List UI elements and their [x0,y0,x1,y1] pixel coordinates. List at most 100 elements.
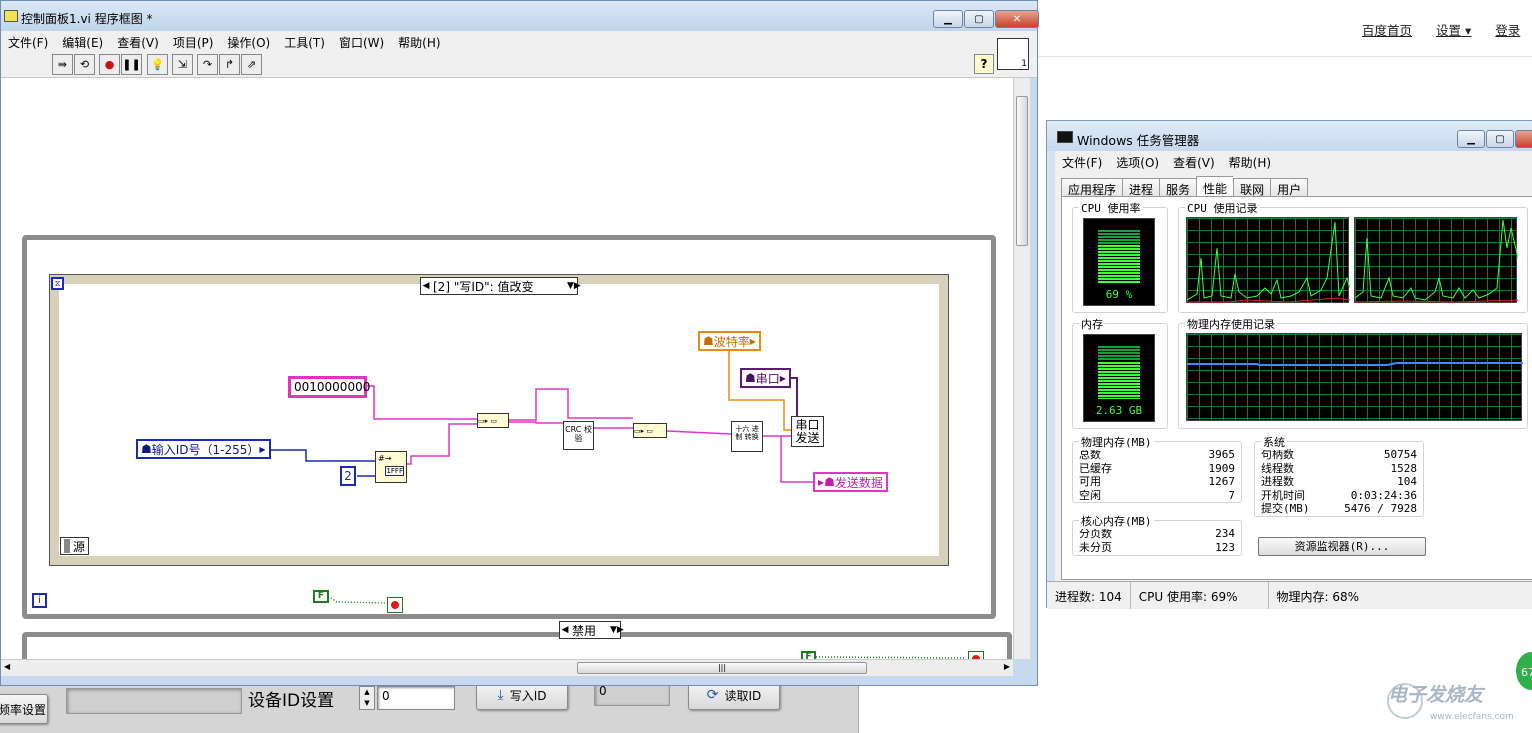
maximize-button[interactable]: ▢ [964,10,994,28]
system-group: 系统 句柄数 50754 线程数 1528 进程数 104 开机时间 0:03:24:3… [1254,434,1424,517]
cpu-history-graph-core-2 [1354,217,1519,303]
scroll-right-arrow[interactable]: ▶ [1004,662,1010,671]
tm-menu-help[interactable]: 帮助(H) [1222,151,1278,171]
disabled-structure[interactable] [22,632,1012,659]
constant-two[interactable]: 2 [340,466,356,486]
case-prev-arrow[interactable]: ◀ [560,625,570,635]
stop-terminal-2[interactable] [968,651,984,659]
horizontal-scroll-thumb[interactable]: ||| [577,662,867,674]
input-id-label: 输入ID号（1-255） [151,442,260,457]
cpu-usage-group: CPU 使用率 69 % [1072,200,1168,313]
clean-up-icon[interactable]: ⇗ [241,54,262,75]
context-help-button[interactable]: ? [974,54,994,74]
browser-divider [1038,56,1532,57]
concatenate-strings-node-2[interactable]: ▭▸ ▭ [633,423,667,438]
number-to-hex-string-node[interactable]: #→ 1FFF [375,451,407,483]
menu-file[interactable]: 文件(F) [1,31,55,51]
menu-edit[interactable]: 编辑(E) [55,31,110,51]
tab-services[interactable]: 服务 [1159,178,1197,198]
case-next-arrow[interactable]: ▼▶ [610,625,624,635]
step-over-icon[interactable]: ↷ [197,54,218,75]
tab-performance[interactable]: 性能 [1196,176,1234,198]
write-id-label: 写入ID [509,688,547,703]
menu-project[interactable]: 项目(P) [166,31,221,51]
vertical-scrollbar[interactable] [1013,78,1030,659]
menu-help[interactable]: 帮助(H) [391,31,447,51]
stat-name: 分页数 [1079,527,1112,540]
id-input[interactable]: 0 [377,686,455,710]
vertical-scroll-thumb[interactable] [1016,96,1028,246]
close-button[interactable]: ✕ [995,10,1039,28]
status-cpu-usage: CPU 使用率: 69% [1131,582,1269,609]
tm-close-button[interactable] [1515,130,1532,148]
hex-convert-subvi[interactable]: 十六 进制 转换 [731,421,763,452]
run-continuously-icon[interactable]: ⇛ [52,54,73,75]
send-data-label: 发送数据 [834,475,883,490]
input-id-control[interactable]: ☗ 输入ID号（1-255） ▶ [136,439,271,459]
status-physical-memory: 物理内存: 68% [1276,590,1360,604]
menu-operate[interactable]: 操作(O) [220,31,277,51]
step-out-icon[interactable]: ↱ [219,54,240,75]
settings-link[interactable]: 设置 ▾ [1436,20,1471,39]
stat-row: 未分页 123 [1079,541,1235,555]
stat-name: 已缓存 [1079,461,1112,475]
serial-send-subvi[interactable]: 串口 发送 [791,416,824,447]
refresh-icon: ⟳ [706,687,719,703]
tab-users[interactable]: 用户 [1270,178,1309,198]
pause-icon[interactable]: ❚❚ [121,54,142,75]
tm-menu-file[interactable]: 文件(F) [1055,151,1109,171]
tab-processes[interactable]: 进程 [1122,178,1160,198]
baud-rate-control[interactable]: ☗ 波特率 ▶ [698,331,761,351]
block-diagram-canvas[interactable]: i ⧖ ◀ [2] "写ID": 值改变 ▼▶ 源 0010000000 ☗ 输… [1,78,1013,659]
stat-row: 句柄数 50754 [1261,448,1417,462]
watermark-text: 电子发烧友 [1388,684,1484,706]
menu-view[interactable]: 查看(V) [110,31,166,51]
stat-value: 1267 [1208,475,1236,488]
crc-check-subvi[interactable]: CRC 校验 [563,421,594,450]
send-data-indicator[interactable]: ▶ ☗ 发送数据 [813,472,888,492]
labview-titlebar[interactable]: 控制面板1.vi 程序框图 * ▁ ▢ ✕ [1,1,1039,31]
hex-string-constant[interactable]: 0010000000 [288,376,370,398]
frequency-setting-button[interactable]: 频率设置 [0,694,48,724]
menu-tools[interactable]: 工具(T) [277,31,332,51]
minimize-button[interactable]: ▁ [933,10,963,28]
memory-meter-fill [1098,360,1140,399]
menu-window[interactable]: 窗口(W) [332,31,391,51]
id-stepper[interactable]: ▲ ▼ [359,686,375,710]
labview-menubar: 文件(F) 编辑(E) 查看(V) 项目(P) 操作(O) 工具(T) 窗口(W… [1,31,1037,51]
abort-icon[interactable]: ● [99,54,120,75]
false-constant-2[interactable]: F [801,651,816,659]
tm-menu-view[interactable]: 查看(V) [1166,151,1222,171]
labview-toolbar: ⇛ ⟲ ● ❚❚ 💡 ⇲ ↷ ↱ ⇗ [1,51,1037,78]
task-manager-window-controls: ▁ ▢ [1457,130,1532,148]
highlight-execution-icon[interactable]: 💡 [147,54,168,75]
scroll-left-arrow[interactable]: ◀ [4,662,10,671]
task-manager-statusbar: 进程数: 104 CPU 使用率: 69% 物理内存: 68% [1047,581,1532,609]
false-constant[interactable]: F [313,590,329,603]
indicator-terminal-icon: ☗ [824,475,835,489]
front-panel-strip: 频率设置 设备ID设置 ▲ ▼ 0 ⤓ 写入ID 0 ⟳ 读取ID [0,680,886,733]
tm-minimize-button[interactable]: ▁ [1457,130,1485,148]
stat-row: 可用 1267 [1079,475,1235,489]
horizontal-scrollbar[interactable]: ◀ ||| ▶ [1,659,1013,676]
task-manager-titlebar[interactable]: Windows 任务管理器 ▁ ▢ [1047,121,1532,151]
tm-maximize-button[interactable]: ▢ [1486,130,1514,148]
login-link[interactable]: 登录 [1495,20,1520,39]
task-manager-menubar: 文件(F) 选项(O) 查看(V) 帮助(H) [1055,151,1532,171]
retain-wire-values-icon[interactable]: ⟲ [74,54,95,75]
resource-monitor-button[interactable]: 资源监视器(R)... [1258,537,1426,556]
stop-terminal[interactable] [387,597,403,613]
stat-value: 1528 [1390,461,1418,475]
vi-connector-icon[interactable]: 1 [997,38,1029,70]
serial-port-control[interactable]: ☗ 串口 ▶ [740,368,791,388]
stat-name: 未分页 [1079,540,1112,554]
concatenate-strings-node-1[interactable]: ▭▸ ▭ [477,413,509,428]
stat-row: 线程数 1528 [1261,462,1417,476]
baidu-home-link[interactable]: 百度首页 [1362,20,1412,39]
disabled-case-selector[interactable]: ◀ 禁用 ▼▶ [559,621,624,639]
tm-menu-options[interactable]: 选项(O) [1109,151,1166,171]
task-manager-body: 应用程序 进程 服务 性能 联网 用户 CPU 使用率 69 % CPU 使用记… [1055,171,1532,581]
step-into-icon[interactable]: ⇲ [172,54,193,75]
tab-networking[interactable]: 联网 [1233,178,1271,198]
tab-applications[interactable]: 应用程序 [1061,178,1123,198]
